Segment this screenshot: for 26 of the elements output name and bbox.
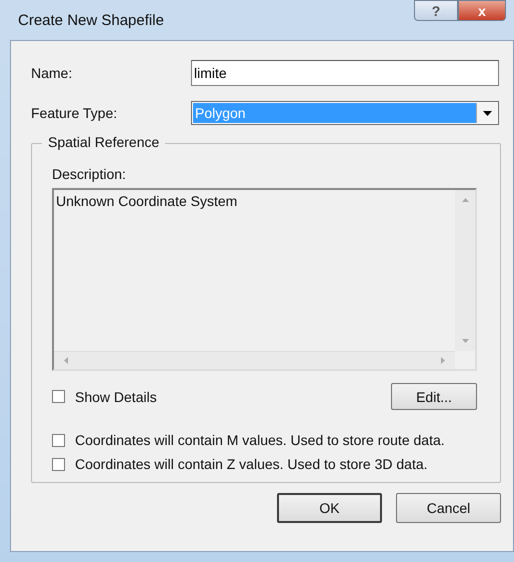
cancel-button[interactable]: Cancel [396, 493, 501, 523]
ok-button[interactable]: OK [277, 493, 382, 523]
vertical-scrollbar[interactable] [455, 190, 475, 351]
checkbox[interactable] [52, 434, 65, 446]
checkbox-label: Coordinates will contain M values. Used to store route data. [75, 432, 445, 448]
feature-type-label: Feature Type: [31, 105, 118, 121]
horizontal-scrollbar[interactable] [54, 351, 455, 369]
scroll-up-icon[interactable] [462, 198, 468, 202]
help-button[interactable]: ? [414, 0, 458, 21]
checkbox[interactable] [52, 458, 65, 470]
name-field[interactable]: limite [191, 60, 499, 86]
group-title: Spatial Reference [42, 134, 166, 150]
scroll-right-icon[interactable] [441, 357, 445, 364]
name-label: Name: [31, 65, 74, 81]
checkbox[interactable] [52, 390, 65, 403]
edit-button[interactable]: Edit... [391, 383, 477, 410]
close-button[interactable]: x [458, 0, 506, 21]
caret-icon [482, 110, 492, 116]
description-text: Unknown Coordinate System [56, 193, 238, 209]
window-title: Create New Shapefile [17, 12, 164, 28]
scroll-left-icon[interactable] [64, 357, 68, 364]
scroll-down-icon[interactable] [462, 339, 468, 343]
description-box[interactable]: Unknown Coordinate System [52, 188, 477, 371]
checkbox-label: Coordinates will contain Z values. Used to store 3D data. [75, 456, 428, 472]
checkbox-label: Show Details [75, 388, 157, 404]
description-label: Description: [52, 166, 127, 182]
